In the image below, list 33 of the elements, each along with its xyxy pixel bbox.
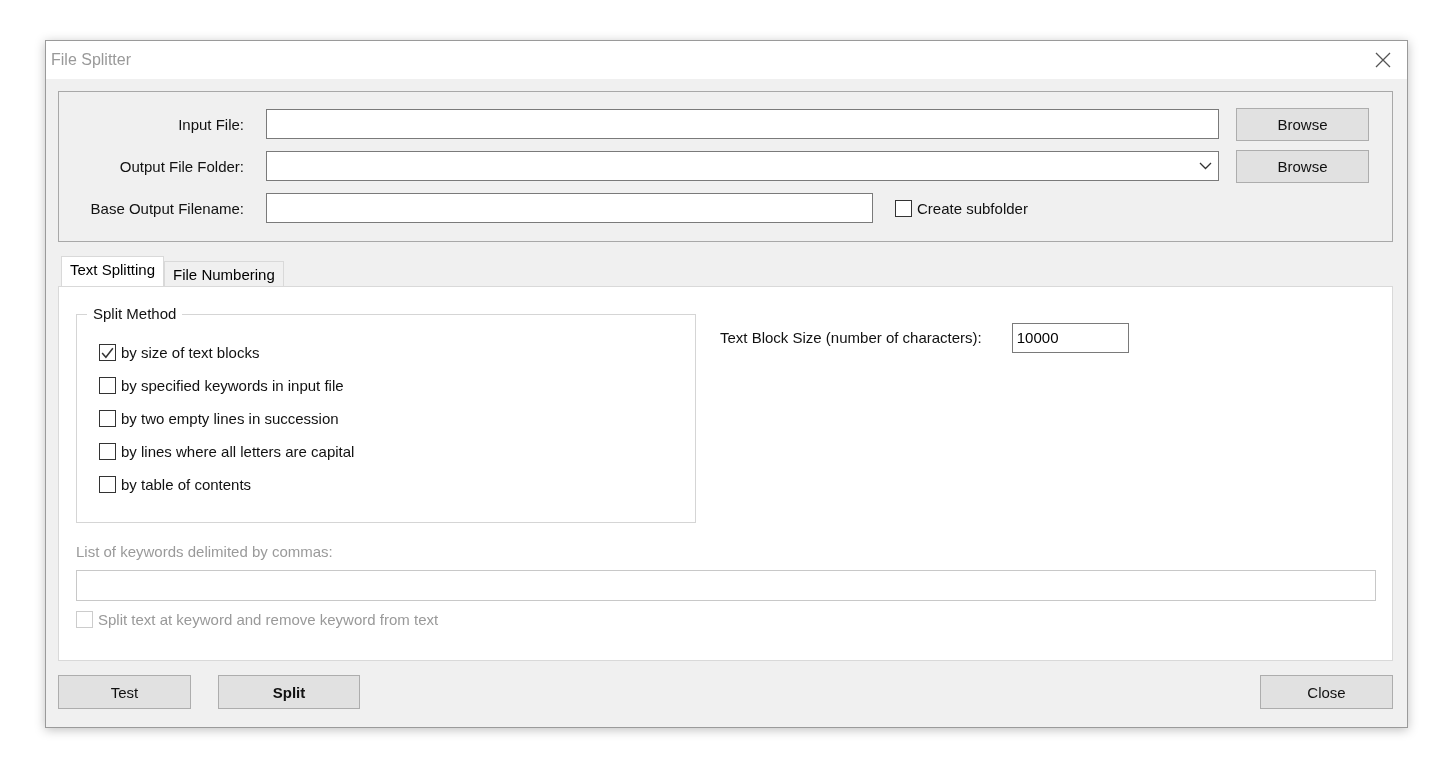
checkbox[interactable] bbox=[99, 476, 116, 493]
checkbox[interactable] bbox=[99, 443, 116, 460]
checkbox-label: by size of text blocks bbox=[121, 344, 260, 361]
checkbox-label: Create subfolder bbox=[917, 199, 1028, 217]
input-field[interactable] bbox=[266, 109, 1219, 139]
browse-button[interactable]: Browse bbox=[1236, 149, 1369, 183]
action-button[interactable]: Split bbox=[218, 675, 360, 709]
checkbox-label: by specified keywords in input file bbox=[121, 377, 344, 394]
checkbox-label: by two empty lines in succession bbox=[121, 410, 339, 427]
input-field[interactable] bbox=[266, 193, 873, 223]
close-icon[interactable] bbox=[1375, 52, 1391, 68]
checkbox[interactable] bbox=[99, 377, 116, 394]
checkbox[interactable] bbox=[99, 344, 116, 361]
checkbox[interactable] bbox=[99, 410, 116, 427]
chevron-down-icon bbox=[1199, 162, 1212, 170]
field-label: Base Output Filename: bbox=[89, 199, 244, 217]
field-label: Input File: bbox=[177, 115, 244, 133]
field-label: Text Block Size (number of characters): bbox=[720, 329, 982, 346]
window-title: File Splitter bbox=[51, 51, 132, 69]
close-button[interactable]: Close bbox=[1260, 675, 1393, 709]
block-size-field[interactable]: 10000 bbox=[1011, 322, 1129, 353]
field-label: List of keywords delimited by commas: bbox=[76, 543, 334, 560]
folder-dropdown[interactable] bbox=[266, 151, 1219, 181]
field-label: Output File Folder: bbox=[118, 157, 244, 175]
checkbox[interactable] bbox=[895, 199, 912, 217]
group-title: Split Method bbox=[87, 305, 183, 322]
action-button[interactable]: Test bbox=[58, 675, 191, 709]
browse-button[interactable]: Browse bbox=[1236, 107, 1369, 141]
tab[interactable]: File Numbering bbox=[164, 261, 284, 286]
checkbox-label: by table of contents bbox=[121, 476, 252, 493]
checkbox-label: by lines where all letters are capital bbox=[121, 443, 355, 460]
tab[interactable]: Text Splitting bbox=[61, 256, 165, 286]
checkbox-label: Split text at keyword and remove keyword from text bbox=[98, 611, 439, 628]
